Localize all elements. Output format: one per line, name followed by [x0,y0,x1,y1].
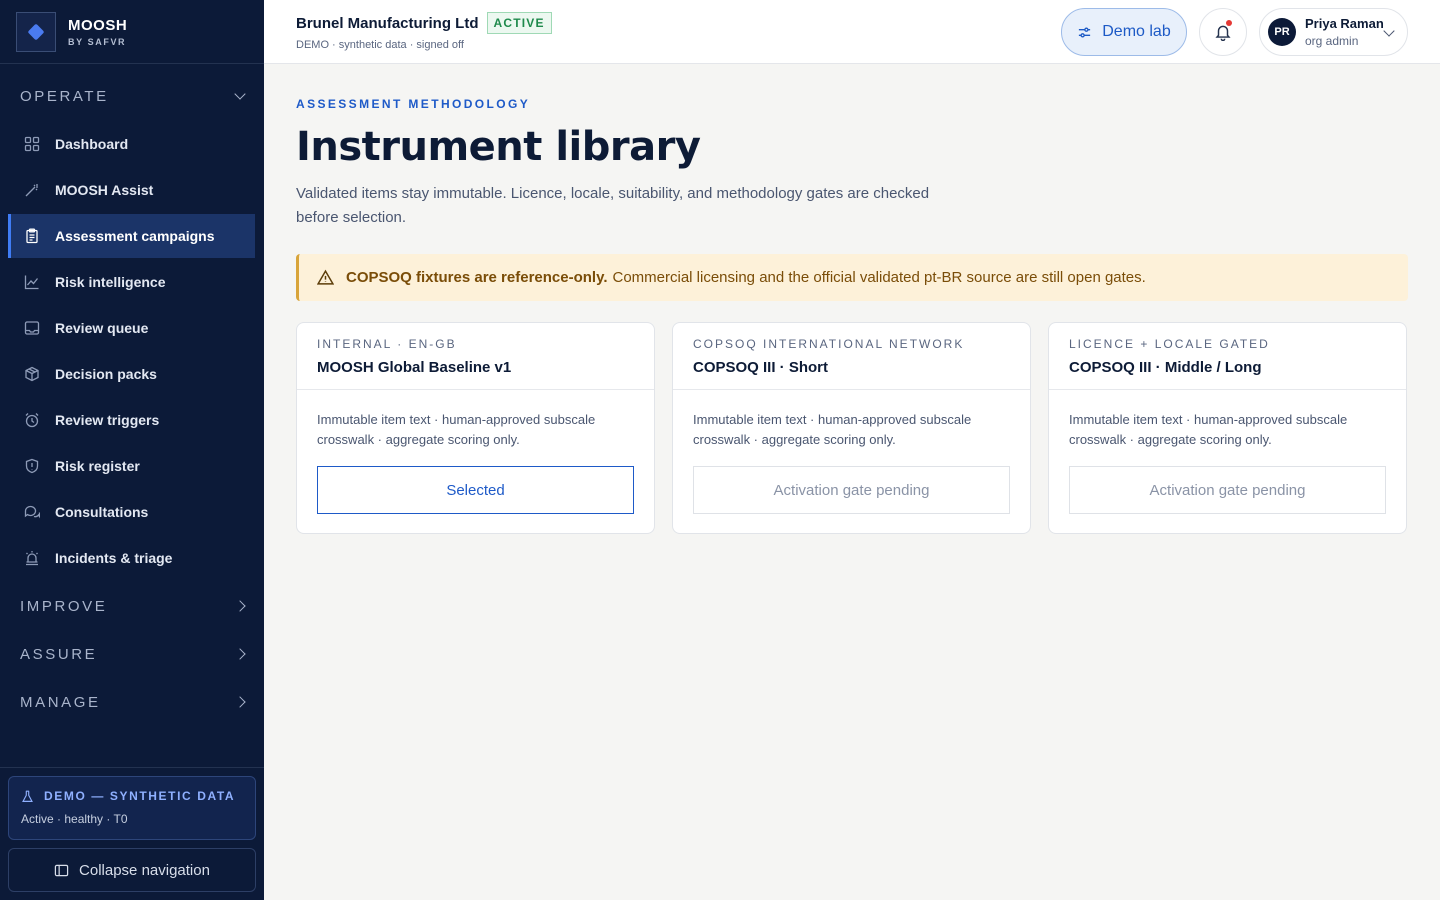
section-assure[interactable]: ASSURE [0,630,264,678]
sliders-icon [1079,27,1091,37]
sidebar-item-label: Decision packs [55,366,157,382]
brand-subtitle: BY SAFVR [68,36,127,47]
sidebar-item-label: MOOSH Assist [55,182,154,198]
section-label: MANAGE [20,693,101,711]
sidebar-item-label: Review queue [55,320,149,336]
demo-status-card: DEMO — SYNTHETIC DATA Active · healthy ·… [8,776,256,840]
notifications-button[interactable] [1199,8,1247,56]
clipboard-icon [24,228,40,244]
grid-icon [24,136,40,152]
org-name: Brunel Manufacturing Ltd [296,14,479,32]
warning-strong: COPSOQ fixtures are reference-only. [346,269,608,286]
chevron-down-icon [1383,25,1395,37]
sidebar-item-risk-register[interactable]: Risk register [8,444,255,488]
demo-title: DEMO — SYNTHETIC DATA [44,789,236,803]
sidebar-footer: DEMO — SYNTHETIC DATA Active · healthy ·… [0,767,264,900]
user-name: Priya Raman [1305,16,1384,31]
card-title: MOOSH Global Baseline v1 [317,359,512,376]
warning-triangle-icon [317,269,334,285]
chevron-down-icon [234,88,246,100]
user-role: org admin [1305,34,1359,48]
user-menu[interactable]: PR Priya Raman org admin [1259,8,1408,56]
sidebar-panel-icon [54,864,69,876]
page-eyebrow: ASSESSMENT METHODOLOGY [296,97,531,111]
page-title: Instrument library [296,124,701,170]
main-content: ASSESSMENT METHODOLOGY Instrument librar… [296,64,1408,534]
demo-lab-button[interactable]: Demo lab [1061,8,1187,56]
org-meta: DEMO · synthetic data · signed off [296,39,464,51]
sidebar: MOOSH BY SAFVR OPERATE Dashboard MOOSH A… [0,0,264,900]
warning-text: Commercial licensing and the official va… [612,269,1146,286]
status-badge: ACTIVE [486,12,552,34]
chevron-right-icon [234,696,246,708]
shield-icon [24,458,40,474]
chart-line-icon [24,274,40,290]
chevron-right-icon [234,600,246,612]
card-title: COPSOQ III · Middle / Long [1069,359,1262,376]
selected-button[interactable]: Selected [317,466,634,514]
sidebar-item-review-queue[interactable]: Review queue [8,306,255,350]
wand-icon [24,182,40,198]
sidebar-item-label: Dashboard [55,136,129,152]
card-description: Immutable item text · human-approved sub… [693,412,972,447]
activation-gate-pending-button[interactable]: Activation gate pending [1069,466,1386,514]
hexagon-logo-icon [16,11,56,52]
card-kicker: LICENCE + LOCALE GATED [1069,337,1270,351]
instrument-card: COPSOQ INTERNATIONAL NETWORK COPSOQ III … [672,322,1031,534]
card-title: COPSOQ III · Short [693,359,829,376]
siren-icon [24,550,40,566]
inbox-icon [24,320,40,336]
chat-bubbles-icon [24,504,40,520]
instrument-cards: INTERNAL · EN-GB MOOSH Global Baseline v… [296,322,1408,534]
brand-name: MOOSH [68,16,128,34]
card-description: Immutable item text · human-approved sub… [1069,412,1348,447]
sidebar-item-assessment-campaigns[interactable]: Assessment campaigns [8,214,255,258]
sidebar-item-label: Consultations [55,504,149,520]
sidebar-item-label: Assessment campaigns [55,228,215,244]
section-label: IMPROVE [20,597,108,615]
section-label: OPERATE [20,87,109,105]
sidebar-item-incidents-triage[interactable]: Incidents & triage [8,536,255,580]
warning-banner: COPSOQ fixtures are reference-only. Comm… [296,254,1408,301]
sidebar-item-label: Review triggers [55,412,160,428]
section-label: ASSURE [20,645,98,663]
instrument-card: LICENCE + LOCALE GATED COPSOQ III · Midd… [1048,322,1407,534]
brand[interactable]: MOOSH BY SAFVR [0,0,264,64]
sidebar-item-label: Incidents & triage [55,550,173,566]
demo-lab-label: Demo lab [1102,23,1171,40]
top-bar: Brunel Manufacturing Ltd ACTIVE DEMO · s… [264,0,1440,64]
card-kicker: INTERNAL · EN-GB [317,337,457,351]
page-description: Validated items stay immutable. Licence,… [296,185,930,226]
instrument-card: INTERNAL · EN-GB MOOSH Global Baseline v… [296,322,655,534]
section-improve[interactable]: IMPROVE [0,582,264,630]
activation-gate-pending-button[interactable]: Activation gate pending [693,466,1010,514]
sidebar-item-moosh-assist[interactable]: MOOSH Assist [8,168,255,212]
demo-status: Active · healthy · T0 [21,812,128,826]
collapse-navigation-button[interactable]: Collapse navigation [8,848,256,892]
avatar: PR [1268,18,1296,46]
sidebar-item-dashboard[interactable]: Dashboard [8,122,255,166]
org-switcher[interactable]: Brunel Manufacturing Ltd ACTIVE DEMO · s… [296,12,552,51]
alarm-clock-icon [24,412,40,428]
flask-icon [22,790,33,802]
sidebar-item-review-triggers[interactable]: Review triggers [8,398,255,442]
sidebar-item-decision-packs[interactable]: Decision packs [8,352,255,396]
chevron-right-icon [234,648,246,660]
collapse-label: Collapse navigation [79,861,210,879]
sidebar-item-consultations[interactable]: Consultations [8,490,255,534]
section-manage[interactable]: MANAGE [0,678,264,726]
card-kicker: COPSOQ INTERNATIONAL NETWORK [693,337,965,351]
sidebar-item-label: Risk register [55,458,140,474]
sidebar-item-label: Risk intelligence [55,274,166,290]
package-icon [24,366,40,382]
notification-dot [1226,20,1232,26]
card-description: Immutable item text · human-approved sub… [317,412,596,447]
sidebar-item-risk-intelligence[interactable]: Risk intelligence [8,260,255,304]
section-operate[interactable]: OPERATE [0,72,264,120]
